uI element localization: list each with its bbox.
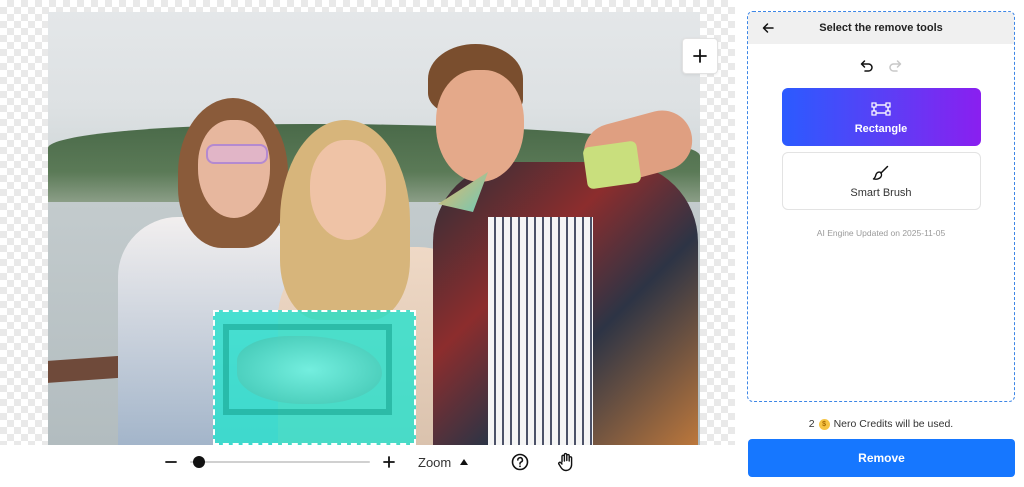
credits-text: Nero Credits will be used. <box>833 418 954 430</box>
rectangle-tool-label: Rectangle <box>854 122 908 135</box>
zoom-slider[interactable] <box>190 454 370 470</box>
person-middle-face <box>310 140 386 240</box>
person-right-shirt <box>488 217 593 445</box>
photo[interactable] <box>48 12 700 445</box>
person-left-glasses <box>206 144 268 164</box>
redo-icon <box>889 60 902 72</box>
back-button[interactable] <box>760 20 776 36</box>
person-right-face <box>436 70 524 182</box>
credits-count: 2 <box>808 418 815 430</box>
arrow-left-icon <box>762 23 774 33</box>
coin-icon: $ <box>818 418 830 430</box>
add-image-button[interactable] <box>682 38 718 74</box>
hand-icon <box>558 452 573 472</box>
credits-info: 2 $ Nero Credits will be used. <box>747 418 1015 430</box>
smart-brush-tool-label: Smart Brush <box>850 186 912 199</box>
help-circle-icon <box>511 453 529 471</box>
panel-title: Select the remove tools <box>819 22 943 34</box>
help-button[interactable] <box>509 451 531 473</box>
redo-button[interactable] <box>887 58 903 74</box>
undo-icon <box>860 60 873 72</box>
person-left-face <box>198 120 270 218</box>
rectangle-tool-button[interactable]: Rectangle <box>781 88 981 146</box>
smart-brush-tool-button[interactable]: Smart Brush <box>781 152 981 210</box>
zoom-out-button[interactable] <box>160 451 182 473</box>
plus-icon <box>693 49 707 63</box>
engine-update-note: AI Engine Updated on 2025-11-05 <box>816 228 946 238</box>
phone <box>582 140 642 190</box>
remove-tools-panel: Select the remove tools Rectangle Smart … <box>747 11 1015 402</box>
zoom-label: Zoom <box>418 454 452 470</box>
undo-button[interactable] <box>859 58 875 74</box>
remove-button[interactable]: Remove <box>748 439 1015 477</box>
zoom-slider-track <box>190 461 370 463</box>
panel-header: Select the remove tools <box>748 12 1014 44</box>
minus-icon <box>165 461 177 463</box>
zoom-slider-thumb[interactable] <box>193 456 205 468</box>
pan-tool-button[interactable] <box>555 451 577 473</box>
rectangle-selection[interactable] <box>213 310 416 445</box>
image-canvas[interactable] <box>0 0 735 445</box>
zoom-toolbar: Zoom <box>160 448 590 476</box>
caret-up-icon <box>460 459 469 465</box>
zoom-in-button[interactable] <box>378 451 400 473</box>
zoom-menu-button[interactable] <box>457 455 471 469</box>
plus-icon <box>383 456 395 468</box>
rectangle-select-icon <box>871 100 891 118</box>
history-controls <box>748 58 1014 76</box>
brush-icon <box>871 164 891 182</box>
